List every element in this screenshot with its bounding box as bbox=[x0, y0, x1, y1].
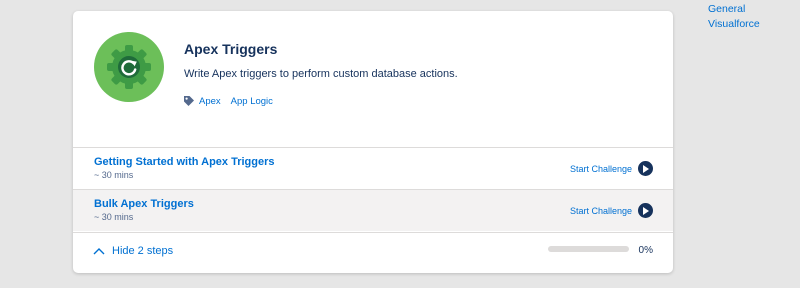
gear-badge-icon bbox=[94, 32, 164, 102]
start-challenge-label: Start Challenge bbox=[569, 163, 632, 174]
tag-apex[interactable]: Apex bbox=[199, 96, 221, 107]
module-title: Apex Triggers bbox=[184, 41, 278, 57]
step-title-link[interactable]: Getting Started with Apex Triggers bbox=[94, 156, 275, 168]
step-time: ~ 30 mins bbox=[94, 170, 134, 180]
chevron-up-icon bbox=[93, 248, 105, 255]
play-icon bbox=[638, 203, 653, 218]
step-time: ~ 30 mins bbox=[94, 212, 134, 222]
start-challenge-label: Start Challenge bbox=[569, 205, 632, 216]
hide-steps-button[interactable]: Hide 2 steps bbox=[93, 245, 173, 257]
start-challenge-button[interactable]: Start Challenge bbox=[570, 161, 653, 176]
module-footer: Hide 2 steps 0% bbox=[73, 232, 673, 273]
side-link-visualforce[interactable]: Visualforce bbox=[708, 17, 760, 32]
hide-steps-label: Hide 2 steps bbox=[112, 245, 174, 257]
module-card: Apex Triggers Write Apex triggers to per… bbox=[73, 11, 673, 273]
tag-list: Apex App Logic bbox=[183, 95, 283, 107]
tag-icon bbox=[184, 96, 194, 106]
module-description: Write Apex triggers to perform custom da… bbox=[184, 68, 458, 80]
progress-percent: 0% bbox=[638, 245, 653, 256]
tag-app-logic[interactable]: App Logic bbox=[231, 96, 273, 107]
progress-bar bbox=[548, 246, 629, 252]
side-link-general[interactable]: General bbox=[708, 2, 760, 17]
play-icon bbox=[638, 161, 653, 176]
side-links: General Visualforce bbox=[708, 2, 760, 32]
step-title-link[interactable]: Bulk Apex Triggers bbox=[94, 198, 194, 210]
step-row: Bulk Apex Triggers ~ 30 mins Start Chall… bbox=[73, 189, 673, 231]
step-row: Getting Started with Apex Triggers ~ 30 … bbox=[73, 147, 673, 189]
start-challenge-button[interactable]: Start Challenge bbox=[570, 203, 653, 218]
